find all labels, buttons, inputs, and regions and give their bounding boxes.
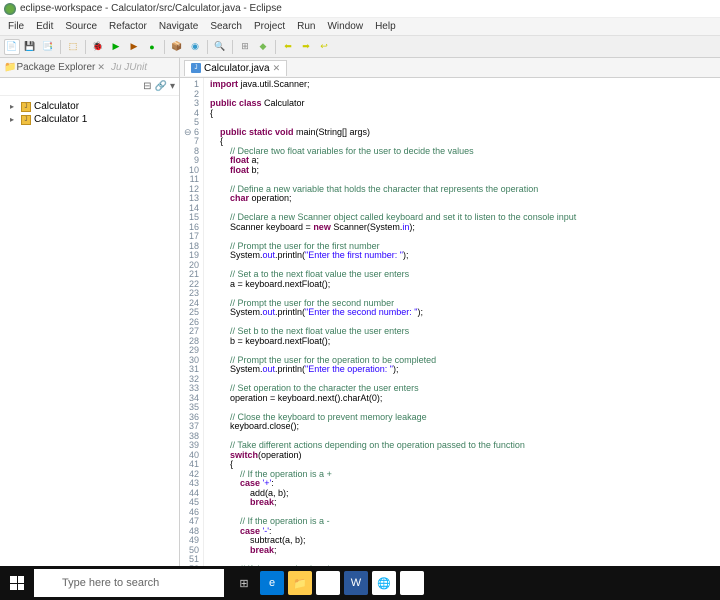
toggle-mark-icon[interactable]: ⊞: [237, 39, 253, 55]
editor-tabstrip: J Calculator.java ✕: [180, 58, 720, 78]
chrome-icon[interactable]: 🌐: [372, 571, 396, 595]
editor-tab-label: Calculator.java: [204, 63, 270, 74]
store-icon[interactable]: 🛍: [316, 571, 340, 595]
line-gutter: 1 2 3 4 5 ⊖ 6 7 8 9 10 11 12 13 14 15 16…: [180, 78, 204, 566]
windows-logo-icon: [10, 576, 24, 590]
window-title: eclipse-workspace - Calculator/src/Calcu…: [20, 3, 282, 14]
new-icon[interactable]: 📄: [4, 39, 20, 55]
taskbar-search[interactable]: Type here to search: [34, 569, 224, 597]
run-last-icon[interactable]: ●: [144, 39, 160, 55]
close-icon[interactable]: ✕: [97, 62, 105, 73]
close-icon[interactable]: ✕: [273, 63, 281, 74]
link-editor-icon[interactable]: 🔗: [155, 81, 167, 92]
menu-source[interactable]: Source: [59, 19, 103, 34]
package-explorer-tab[interactable]: 📁 Package Explorer ✕ Ju JUnit: [0, 58, 179, 78]
project-icon: J: [21, 115, 31, 125]
java-file-icon: J: [191, 63, 201, 73]
menu-project[interactable]: Project: [248, 19, 291, 34]
code-editor[interactable]: 1 2 3 4 5 ⊖ 6 7 8 9 10 11 12 13 14 15 16…: [180, 78, 720, 566]
save-icon[interactable]: 💾: [22, 39, 38, 55]
junit-tab-dim[interactable]: Ju JUnit: [111, 62, 147, 73]
editor-tab-calculator[interactable]: J Calculator.java ✕: [184, 60, 287, 76]
start-button[interactable]: [0, 566, 34, 600]
folder-icon: 📁: [4, 62, 16, 73]
menu-window[interactable]: Window: [321, 19, 369, 34]
project-calculator-1[interactable]: ▸JCalculator 1: [2, 113, 177, 126]
collapse-all-icon[interactable]: ⊟: [143, 81, 151, 92]
coverage-icon[interactable]: ▶: [126, 39, 142, 55]
eclipse-icon: [4, 3, 16, 15]
project-icon: J: [21, 102, 31, 112]
tab-label: Package Explorer: [16, 62, 95, 73]
project-tree: ▸JCalculator▸JCalculator 1: [0, 96, 179, 130]
save-all-icon[interactable]: 📑: [40, 39, 56, 55]
menu-edit[interactable]: Edit: [30, 19, 59, 34]
new-class-icon[interactable]: ◉: [187, 39, 203, 55]
eclipse-taskbar-icon[interactable]: ◐: [400, 571, 424, 595]
window-titlebar: eclipse-workspace - Calculator/src/Calcu…: [0, 0, 720, 18]
main-area: 📁 Package Explorer ✕ Ju JUnit ⊟ 🔗 ▾ ▸JCa…: [0, 58, 720, 566]
cortana-icon: [42, 576, 56, 590]
sidebar-toolbar: ⊟ 🔗 ▾: [0, 78, 179, 96]
main-toolbar: 📄 💾 📑 ⬚ 🐞 ▶ ▶ ● 📦 ◉ 🔍 ⊞ ◆ ⬅ ➡ ↩: [0, 36, 720, 58]
windows-taskbar: Type here to search ⊞ e 📁 🛍 W 🌐 ◐: [0, 566, 720, 600]
annotation-icon[interactable]: ◆: [255, 39, 271, 55]
task-view-icon[interactable]: ⊞: [232, 571, 256, 595]
word-icon[interactable]: W: [344, 571, 368, 595]
menu-search[interactable]: Search: [204, 19, 248, 34]
explorer-icon[interactable]: 📁: [288, 571, 312, 595]
menu-run[interactable]: Run: [291, 19, 321, 34]
code-content[interactable]: import java.util.Scanner; public class C…: [204, 78, 720, 566]
project-calculator[interactable]: ▸JCalculator: [2, 100, 177, 113]
search-placeholder: Type here to search: [62, 577, 159, 589]
sidebar: 📁 Package Explorer ✕ Ju JUnit ⊟ 🔗 ▾ ▸JCa…: [0, 58, 180, 566]
open-type-icon[interactable]: ⬚: [65, 39, 81, 55]
run-icon[interactable]: ▶: [108, 39, 124, 55]
menu-help[interactable]: Help: [369, 19, 402, 34]
editor-area: J Calculator.java ✕ 1 2 3 4 5 ⊖ 6 7 8 9 …: [180, 58, 720, 566]
taskbar-icons: ⊞ e 📁 🛍 W 🌐 ◐: [232, 571, 424, 595]
expand-icon[interactable]: ▸: [10, 115, 18, 124]
debug-icon[interactable]: 🐞: [90, 39, 106, 55]
last-edit-icon[interactable]: ↩: [316, 39, 332, 55]
menu-refactor[interactable]: Refactor: [103, 19, 153, 34]
expand-icon[interactable]: ▸: [10, 102, 18, 111]
project-label: Calculator 1: [34, 114, 87, 125]
menu-file[interactable]: File: [2, 19, 30, 34]
forward-icon[interactable]: ➡: [298, 39, 314, 55]
menu-bar: FileEditSourceRefactorNavigateSearchProj…: [0, 18, 720, 36]
back-icon[interactable]: ⬅: [280, 39, 296, 55]
search-icon[interactable]: 🔍: [212, 39, 228, 55]
edge-icon[interactable]: e: [260, 571, 284, 595]
project-label: Calculator: [34, 101, 79, 112]
view-menu-icon[interactable]: ▾: [170, 81, 175, 92]
new-package-icon[interactable]: 📦: [169, 39, 185, 55]
menu-navigate[interactable]: Navigate: [153, 19, 204, 34]
